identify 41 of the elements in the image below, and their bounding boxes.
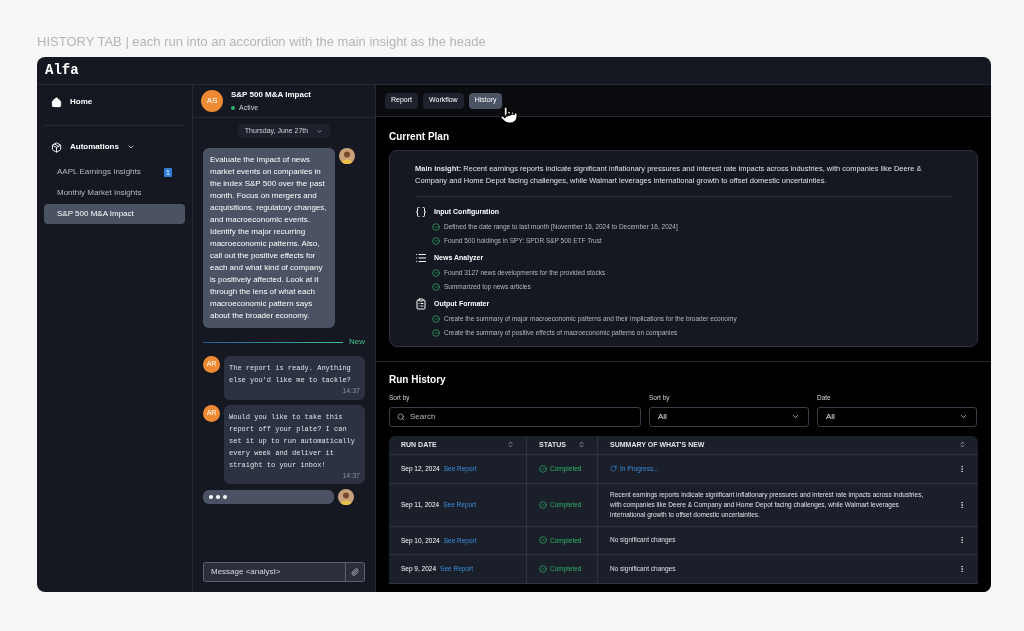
more-icon[interactable] <box>958 464 966 473</box>
check-icon <box>539 536 547 545</box>
avatar: AS <box>201 90 223 112</box>
chevron-icon <box>316 127 324 135</box>
sort-icon <box>578 441 585 449</box>
search-input[interactable]: Search <box>410 410 633 423</box>
sort-icon <box>959 441 966 449</box>
list-icon <box>415 252 427 264</box>
paperclip-icon <box>351 568 359 576</box>
message-bubble: Evaluate the impact of news market events on companies in the index S&P 500 over the past month. Focus on mergers and acquisitions, regulatory changes, and macroeconomic events. Identify the major recurring macroeconomic patterns. Also, call out the positive effects for each and what kind of company is positively affected. Look at it through the lens of what each macroeconomic pattern says about the broader economy. <box>203 148 335 328</box>
automations-item[interactable]: Automations <box>44 140 185 154</box>
select-field[interactable]: All <box>649 406 809 427</box>
new-label: New <box>349 336 365 348</box>
sort-icon <box>507 441 514 449</box>
check-icon <box>539 464 547 473</box>
check-icon <box>539 565 547 574</box>
logo: Alfa <box>45 61 79 80</box>
hand-cursor-icon <box>499 105 519 125</box>
more-icon[interactable] <box>958 565 966 574</box>
automation-item[interactable]: Monthly Market Insights <box>44 183 185 203</box>
more-icon[interactable] <box>958 500 966 509</box>
caption: HISTORY TAB | each run into an accordion with the main insight as the heade <box>37 33 486 51</box>
search-field[interactable]: Search <box>389 406 641 427</box>
section-title: Run History <box>389 373 447 387</box>
avatar-icon <box>338 489 354 505</box>
select-field[interactable]: All <box>817 406 977 427</box>
chat-title: S&P 500 M&A Impact <box>231 88 312 101</box>
home-item[interactable]: Home <box>44 93 185 111</box>
check-icon <box>539 500 547 509</box>
braces-icon <box>415 206 427 218</box>
automations-label: Automations <box>70 141 119 153</box>
message-input[interactable]: Message <analyst> <box>204 563 345 581</box>
more-icon[interactable] <box>958 536 966 545</box>
avatar-icon <box>339 148 355 164</box>
automation-item[interactable]: S&P 500 M&A Impact <box>44 204 185 224</box>
section-title: Current Plan <box>389 130 450 144</box>
home-icon <box>51 96 62 108</box>
box-icon <box>51 141 62 153</box>
search-icon <box>397 412 405 421</box>
clipboard-icon <box>415 298 427 310</box>
message-field[interactable]: Message <analyst> <box>203 562 365 582</box>
